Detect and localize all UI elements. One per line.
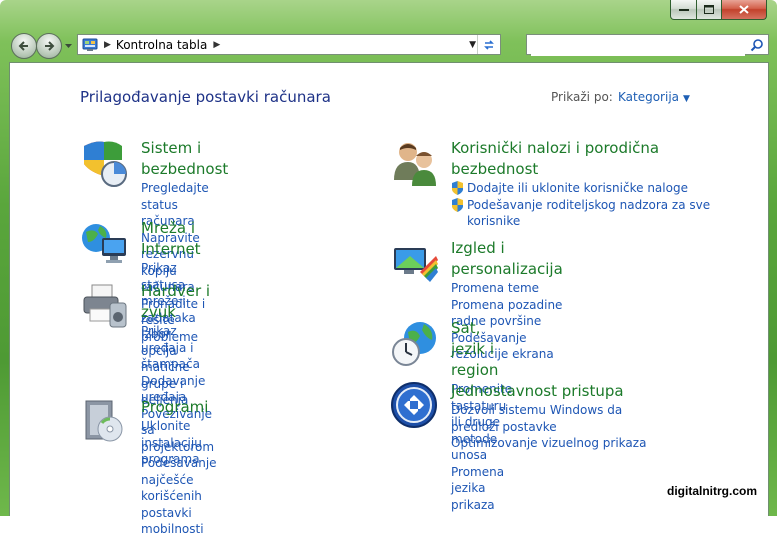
window-frame: ▶ Kontrolna tabla ▶ ▼ Prilagođavanje pos… [0, 0, 777, 536]
view-by-value[interactable]: Kategorija [618, 90, 679, 104]
arrow-left-icon [18, 41, 28, 51]
network-globe-icon[interactable] [80, 218, 130, 268]
search-icon[interactable] [750, 38, 764, 52]
link-parental-controls[interactable]: Podešavanje roditeljskog nadzora za sve … [451, 197, 712, 230]
breadcrumb-control-panel[interactable]: Kontrolna tabla [116, 38, 207, 52]
maximize-button[interactable] [697, 0, 722, 20]
refresh-icon [484, 39, 494, 50]
category-title[interactable]: Programi [141, 397, 208, 418]
chevron-down-icon[interactable]: ▼ [683, 94, 690, 104]
uac-shield-icon [452, 181, 463, 195]
address-dropdown-icon[interactable]: ▼ [469, 40, 476, 50]
users-icon[interactable] [390, 138, 440, 188]
search-input[interactable] [531, 36, 745, 56]
link-optimize-visual[interactable]: Optimizovanje vizuelnog prikaza [451, 435, 671, 452]
link-devices-printers[interactable]: Prikaz uređaja i štampača [141, 323, 217, 373]
programs-box-icon[interactable] [80, 397, 130, 447]
category-title[interactable]: Sistem i bezbednost [141, 138, 228, 180]
clock-globe-icon[interactable] [390, 318, 440, 368]
system-security-shield-icon[interactable] [80, 138, 130, 188]
link-uninstall-program[interactable]: Uklonite instalaciju programa [141, 418, 208, 468]
minimize-icon [678, 8, 689, 11]
uac-shield-icon [452, 197, 463, 212]
minimize-button[interactable] [670, 0, 697, 20]
navigation-toolbar: ▶ Kontrolna tabla ▶ ▼ [9, 33, 769, 59]
link-display-language[interactable]: Promena jezika prikaza [451, 464, 512, 514]
close-button[interactable] [722, 0, 767, 20]
back-button[interactable] [11, 33, 37, 59]
page-title: Prilagođavanje postavki računara [80, 88, 331, 106]
link-label[interactable]: Podešavanje roditeljskog nadzora za sve … [467, 198, 710, 229]
forward-button[interactable] [36, 33, 62, 59]
category-title[interactable]: Korisnički nalozi i porodična bezbednost [451, 138, 671, 180]
ease-of-access-icon[interactable] [390, 381, 440, 431]
close-icon [739, 5, 749, 14]
category-title[interactable]: Jednostavnost pristupa [451, 381, 671, 402]
maximize-icon [704, 5, 714, 14]
category-title[interactable]: Sat, jezik i region [451, 318, 512, 381]
view-by-dropdown[interactable]: Kategorija ▼ [618, 90, 690, 104]
address-bar[interactable]: ▶ Kontrolna tabla ▶ ▼ [77, 34, 501, 55]
appearance-monitor-icon[interactable] [390, 238, 440, 288]
category-title[interactable]: Izgled i personalizacija [451, 238, 563, 280]
control-panel-icon [82, 38, 98, 51]
link-let-windows-suggest[interactable]: Dozvoli sistemu Windows da predloži post… [451, 402, 671, 435]
breadcrumb-chevron-icon[interactable]: ▶ [213, 40, 220, 50]
printer-icon[interactable] [80, 281, 130, 331]
view-by-label: Prikaži po: [551, 90, 613, 104]
arrow-right-icon [45, 41, 55, 51]
breadcrumb-separator-icon[interactable]: ▶ [104, 40, 111, 50]
link-label[interactable]: Dodajte ili uklonite korisničke naloge [467, 181, 688, 195]
category-title[interactable]: Mreža i Internet [141, 218, 201, 260]
refresh-button[interactable] [477, 35, 500, 54]
category-title[interactable]: Hardver i zvuk [141, 281, 217, 323]
watermark-text: digitalnitrg.com [667, 484, 757, 498]
link-change-theme[interactable]: Promena teme [451, 280, 563, 297]
search-box[interactable] [526, 34, 769, 56]
link-add-remove-accounts[interactable]: Dodajte ili uklonite korisničke naloge [451, 180, 712, 197]
window-controls [670, 0, 767, 20]
recent-pages-dropdown-icon[interactable] [64, 41, 73, 50]
control-panel-content: Prilagođavanje postavki računara Prikaži… [9, 62, 769, 536]
